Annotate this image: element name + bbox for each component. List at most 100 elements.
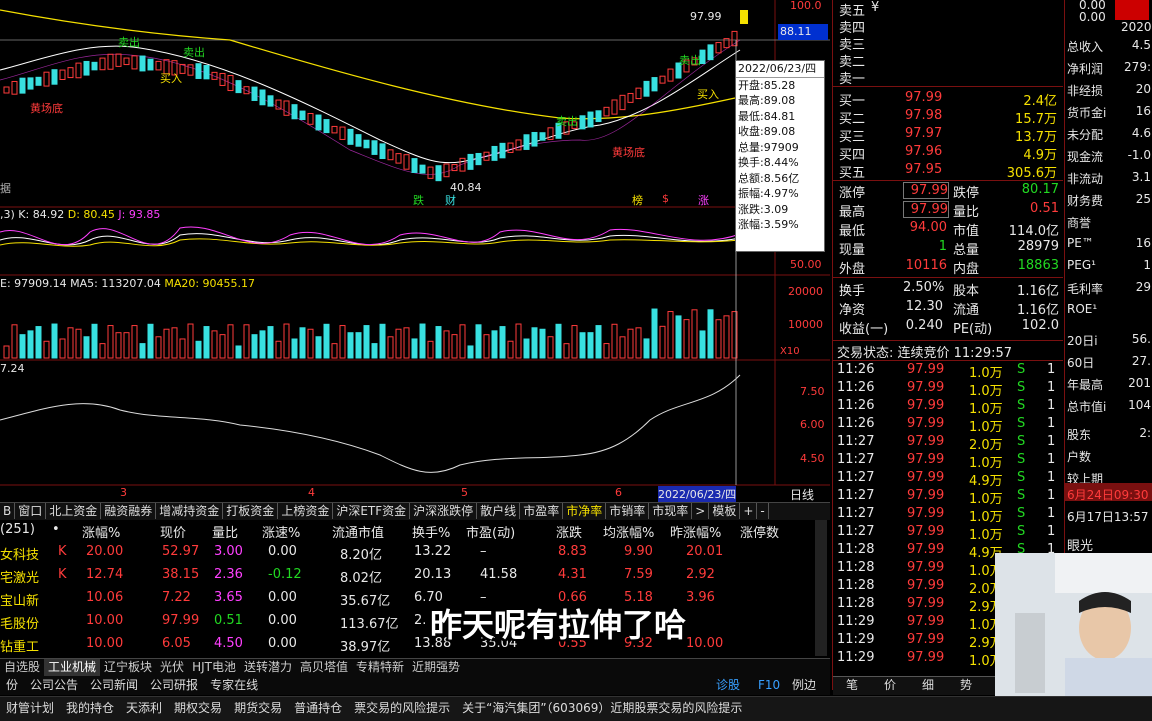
sector-tab[interactable]: HJT电池	[188, 659, 240, 676]
tick-price: 97.99	[907, 470, 945, 485]
indicator-tab[interactable]: 市盈率	[520, 503, 564, 519]
table-header-cell[interactable]: 均涨幅%	[603, 522, 654, 541]
indicator-tab[interactable]: 模板	[709, 503, 741, 519]
f10-link[interactable]: F10	[752, 677, 786, 694]
indicator-tab[interactable]: 市净率	[563, 503, 607, 519]
candle	[59, 69, 66, 81]
ask-row[interactable]: 卖五 ¥	[833, 0, 1063, 19]
bid-row[interactable]: 买五 97.95 305.6万	[833, 162, 1063, 181]
period-daily[interactable]: 日线	[790, 486, 814, 503]
cell-y: 3.96	[686, 590, 715, 605]
volume-bar	[171, 327, 178, 359]
ask-row[interactable]: 卖二	[833, 51, 1063, 70]
table-header-cell[interactable]: 昨涨幅%	[670, 522, 721, 541]
bid-row[interactable]: 买四 97.96 4.9万	[833, 144, 1063, 163]
fin-date-2[interactable]: 6月17日13:57	[1067, 508, 1149, 525]
table-header-cell[interactable]: 量比	[212, 522, 238, 541]
fin-label: 财务费	[1067, 194, 1104, 208]
indicator-tab[interactable]: 融资融券	[101, 503, 157, 519]
sector-tab[interactable]: 高贝塔值	[296, 659, 352, 676]
status-item[interactable]: 财管计划	[0, 697, 60, 719]
info-tab[interactable]: 公司新闻	[84, 677, 144, 694]
volume-bar	[723, 315, 730, 359]
indicator-tab[interactable]: 增减持资金	[156, 503, 224, 519]
ask-row[interactable]: 卖三	[833, 34, 1063, 53]
indicator-tab[interactable]: 散户线	[477, 503, 521, 519]
status-item[interactable]: 普通持仓	[288, 697, 348, 719]
bid-price: 97.95	[905, 162, 943, 177]
sector-tab[interactable]: 近期强势	[408, 659, 464, 676]
table-header-cell[interactable]: 涨跌	[556, 522, 582, 541]
info-tab[interactable]: 份	[0, 677, 24, 694]
indicator-tab[interactable]: 打板资金	[223, 503, 279, 519]
sector-tab[interactable]: 送转潜力	[240, 659, 296, 676]
status-item[interactable]: 我的持仓	[60, 697, 120, 719]
table-row[interactable]: 女科技 K 20.00 52.97 3.00 0.00 8.20亿 13.22 – 8.83 9.9…	[0, 542, 820, 564]
tick-tab[interactable]: 细	[909, 677, 947, 694]
indicator-tab[interactable]: 市现率	[649, 503, 693, 519]
sector-tab[interactable]: 专精特新	[352, 659, 408, 676]
info-tab[interactable]: 专家在线	[204, 677, 264, 694]
tooltip-turnover: 换手:8.44%	[738, 156, 799, 169]
table-row[interactable]: 钻重工 10.00 6.05 4.50 0.00 38.97亿 13.88 35.04 0.55…	[0, 634, 820, 656]
bid-row[interactable]: 买一 97.99 2.4亿	[833, 90, 1063, 109]
table-header-cell[interactable]: 换手%	[412, 522, 450, 541]
table-row[interactable]: 宅激光 K 12.74 38.15 2.36 -0.12 8.02亿 20.13 41.58 4.…	[0, 565, 820, 587]
fin-date-1[interactable]: 6月24日09:30	[1067, 486, 1149, 503]
tick-tab[interactable]: 势	[947, 677, 985, 694]
kline-chart-area[interactable]: 97.99 100.0 88.11 卖出 卖出 卖出 卖出 买入 买入 黄场底 …	[0, 0, 830, 502]
bid-row[interactable]: 买二 97.98 15.7万	[833, 108, 1063, 127]
candle	[371, 140, 378, 155]
bid-row[interactable]: 买三 97.97 13.7万	[833, 126, 1063, 145]
status-item[interactable]: 期货交易	[228, 697, 288, 719]
volume-bar	[699, 330, 706, 359]
indicator-tab[interactable]: 窗口	[15, 503, 47, 519]
candle	[339, 126, 346, 140]
table-header-cell[interactable]: •	[52, 522, 60, 537]
status-item[interactable]: 关于“海汽集团”（603069）近期股票交易的风险提示	[456, 697, 748, 719]
sector-tab[interactable]: 自选股	[0, 659, 44, 676]
tick-tab[interactable]: 价	[871, 677, 909, 694]
table-header-cell[interactable]: 市盈(动)	[466, 522, 515, 541]
indicator-tab[interactable]: -	[757, 503, 769, 519]
tick-side: S	[1017, 434, 1026, 449]
volume-bar	[435, 326, 442, 359]
tick-tab[interactable]: 笔	[833, 677, 871, 694]
tooltip-close: 收盘:89.08	[738, 125, 796, 138]
table-row[interactable]: 宝山新 10.06 7.22 3.65 0.00 35.67亿 6.70–0.66 5.18 3…	[0, 588, 820, 610]
info-tab[interactable]: 公司公告	[24, 677, 84, 694]
candle	[707, 44, 714, 61]
indicator-tab[interactable]: B	[0, 503, 16, 519]
status-item[interactable]: 期权交易	[168, 697, 228, 719]
status-item[interactable]: 天添利	[120, 697, 168, 719]
volume-bar	[179, 338, 186, 359]
kline-svg[interactable]	[0, 0, 830, 502]
ask-row[interactable]: 卖四	[833, 17, 1063, 36]
stock-table[interactable]: (251) • 涨幅% 现价 量比 涨速% 流通市值 换手% 市盈(动) 涨跌 均涨幅% 昨涨幅% 涨停…	[0, 520, 830, 660]
table-header-cell[interactable]: 现价	[160, 522, 186, 541]
tick-count: 1	[1047, 416, 1056, 431]
table-header-cell[interactable]: 涨速%	[262, 522, 300, 541]
indicator-tab[interactable]: 市销率	[606, 503, 650, 519]
table-header-cell[interactable]: (251)	[0, 522, 35, 537]
sector-tab[interactable]: 光伏	[156, 659, 188, 676]
table-scrollbar[interactable]	[815, 520, 827, 656]
table-header-cell[interactable]: 涨幅%	[82, 522, 120, 541]
tooltip-volume: 总量:97909	[738, 140, 799, 154]
status-item[interactable]: 票交易的风险提示	[348, 697, 456, 719]
table-header-cell[interactable]: 涨停数	[740, 522, 779, 541]
indicator-tab[interactable]: 上榜资金	[278, 503, 334, 519]
indicator-tab[interactable]: +	[740, 503, 758, 519]
table-row[interactable]: 毛股份 10.00 97.99 0.51 0.00 113.67亿 2.	[0, 611, 820, 633]
diagnose-link[interactable]: 诊股	[710, 677, 746, 694]
ask-row[interactable]: 卖一	[833, 68, 1063, 87]
sector-tab[interactable]: 工业机械	[44, 659, 101, 676]
info-tab[interactable]: 公司研报	[144, 677, 204, 694]
table-header-cell[interactable]: 流通市值	[332, 522, 384, 541]
sector-tab[interactable]: 辽宁板块	[100, 659, 156, 676]
indicator-tab[interactable]: 沪深涨跌停	[410, 503, 478, 519]
candle	[259, 89, 266, 106]
indicator-tab[interactable]: 沪深ETF资金	[333, 503, 411, 519]
indicator-tab[interactable]: 北上资金	[46, 503, 102, 519]
indicator-tab[interactable]: >	[692, 503, 710, 519]
